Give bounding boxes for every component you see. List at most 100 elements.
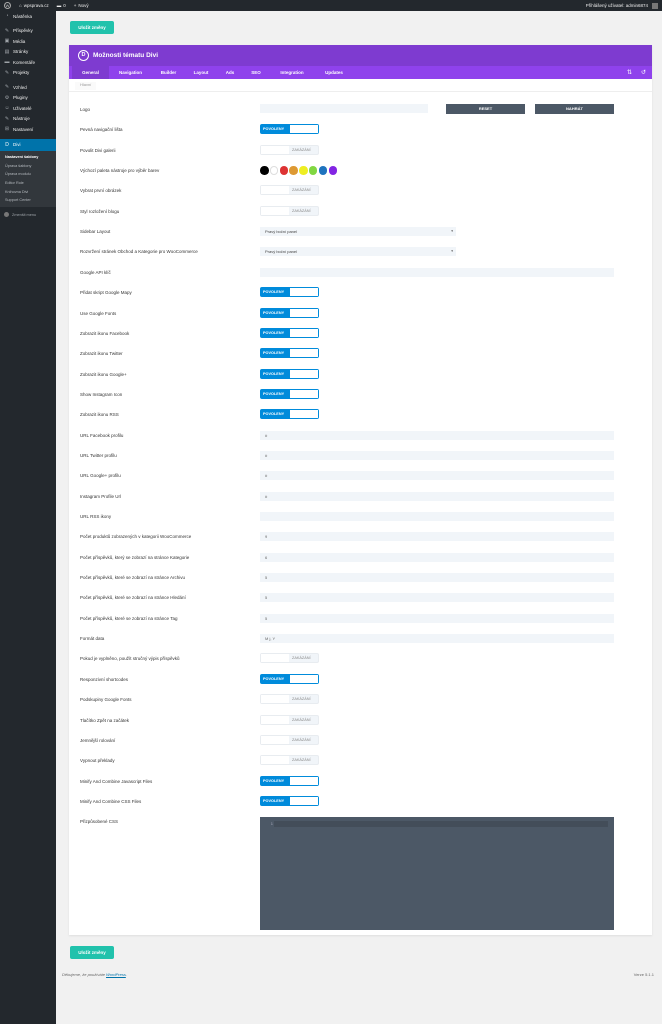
toggle-knob bbox=[261, 756, 289, 765]
sidebar-item[interactable]: ☺ Uživatelé bbox=[0, 103, 56, 114]
submenu-item[interactable]: Knihovna Divi bbox=[0, 187, 56, 196]
custom-css-editor[interactable]: 1 bbox=[260, 817, 614, 931]
toggle-switch[interactable]: ZAKÁZÁNÍ bbox=[260, 144, 319, 155]
text-input[interactable]: 5 bbox=[260, 593, 614, 603]
submenu-item[interactable]: Nastavení šablony bbox=[0, 153, 56, 162]
sidebar-item[interactable]: ▣ Média bbox=[0, 36, 56, 47]
color-swatch[interactable] bbox=[269, 166, 279, 175]
text-input[interactable]: 6 bbox=[260, 552, 614, 562]
toggle-switch[interactable]: POVOLENY bbox=[260, 409, 319, 420]
select-dropdown[interactable]: Pravý boční panel ▾ bbox=[260, 247, 456, 257]
toggle-switch[interactable]: POVOLENY bbox=[260, 307, 319, 318]
toggle-switch[interactable]: ZAKÁZÁNÍ bbox=[260, 185, 319, 196]
tab-seo[interactable]: SEO bbox=[243, 66, 269, 79]
text-input[interactable]: 5 bbox=[260, 613, 614, 623]
text-input[interactable]: # bbox=[260, 491, 614, 501]
submenu-item[interactable]: Úprava šablony bbox=[0, 161, 56, 170]
toggle-switch[interactable]: POVOLENY bbox=[260, 327, 319, 338]
text-input[interactable]: # bbox=[260, 430, 614, 440]
toggle-switch[interactable]: ZAKÁZÁNÍ bbox=[260, 205, 319, 216]
site-name-link[interactable]: ⌂ wpsprava.cz bbox=[15, 0, 53, 11]
wordpress-link[interactable]: WordPress bbox=[106, 972, 126, 977]
tab-integration[interactable]: Integration bbox=[269, 66, 315, 79]
color-swatch[interactable] bbox=[299, 166, 308, 175]
option-label: Zobrazit ikonu RSS bbox=[80, 412, 119, 418]
toggle-knob bbox=[290, 369, 318, 378]
toggle-switch[interactable]: POVOLENY bbox=[260, 124, 319, 135]
tab-builder[interactable]: Builder bbox=[152, 66, 185, 79]
wp-logo-menu[interactable]: W bbox=[0, 0, 15, 11]
text-input[interactable] bbox=[260, 512, 614, 521]
toggle-switch[interactable]: ZAKÁZÁNÍ bbox=[260, 734, 319, 745]
sidebar-item[interactable]: ✎ Projekty bbox=[0, 68, 56, 79]
text-input[interactable]: 9 bbox=[260, 532, 614, 542]
select-value: Pravý boční panel bbox=[265, 229, 298, 235]
reset-logo-button[interactable]: RESET bbox=[446, 104, 525, 114]
toggle-switch[interactable]: ZAKÁZÁNÍ bbox=[260, 755, 319, 766]
subtab-main[interactable]: Hlavní bbox=[75, 82, 97, 91]
option-label: Podskupiny Google Fonts bbox=[80, 697, 132, 703]
option-label: Výchozí paleta nástroje pro výběr barev bbox=[80, 168, 160, 174]
toggle-switch[interactable]: POVOLENY bbox=[260, 348, 319, 359]
color-swatch[interactable] bbox=[328, 166, 338, 175]
toggle-knob bbox=[261, 654, 289, 663]
toggle-switch[interactable]: ZAKÁZÁNÍ bbox=[260, 653, 319, 664]
toggle-switch[interactable]: POVOLENY bbox=[260, 368, 319, 379]
toggle-label: POVOLENY bbox=[263, 351, 285, 356]
comments-link[interactable]: ▬ 0 bbox=[53, 0, 70, 11]
color-swatch[interactable] bbox=[279, 166, 289, 175]
toggle-switch[interactable]: POVOLENY bbox=[260, 795, 319, 806]
my-account-link[interactable]: Přihlášený uživatel: admin6874 bbox=[582, 0, 662, 11]
tab-general[interactable]: General bbox=[72, 66, 109, 79]
save-changes-button-top[interactable]: Uložit změny bbox=[70, 21, 114, 34]
projects-icon: ✎ bbox=[4, 69, 10, 76]
text-input[interactable]: 5 bbox=[260, 573, 614, 583]
toggle-switch[interactable]: ZAKÁZÁNÍ bbox=[260, 714, 319, 725]
sidebar-item[interactable]: ▬ Komentáře bbox=[0, 57, 56, 68]
select-dropdown[interactable]: Pravý boční panel ▾ bbox=[260, 227, 456, 237]
toggle-switch[interactable]: POVOLENY bbox=[260, 775, 319, 786]
sidebar-item[interactable]: ⊞ Nastavení bbox=[0, 124, 56, 135]
submenu-item[interactable]: Úprava modulu bbox=[0, 170, 56, 179]
option-label: Zobrazit ikonu Google+ bbox=[80, 371, 127, 377]
submenu-item[interactable]: Support Center bbox=[0, 196, 56, 205]
submenu-item[interactable]: Editor Role bbox=[0, 179, 56, 188]
sidebar-item[interactable]: ▤ Stránky bbox=[0, 47, 56, 58]
sidebar-item[interactable]: ◔ Nástěnka bbox=[0, 11, 56, 22]
option-row: Zobrazit ikonu Facebook POVOLENY bbox=[69, 327, 652, 341]
text-input[interactable]: # bbox=[260, 450, 614, 460]
toggle-switch[interactable]: POVOLENY bbox=[260, 388, 319, 399]
option-row: URL Twitter profilu # bbox=[69, 449, 652, 463]
color-swatch[interactable] bbox=[318, 166, 328, 175]
toggle-switch[interactable]: POVOLENY bbox=[260, 673, 319, 684]
toggle-switch[interactable]: ZAKÁZÁNÍ bbox=[260, 694, 319, 705]
sidebar-item-divi[interactable]: D Divi bbox=[0, 138, 56, 151]
reset-icon[interactable]: ↺ bbox=[641, 69, 646, 76]
tab-navigation[interactable]: Navigation bbox=[109, 66, 152, 79]
toggle-knob bbox=[261, 735, 289, 744]
logo-url-input[interactable] bbox=[260, 104, 428, 113]
collapse-menu-button[interactable]: Zmenšit menu bbox=[0, 209, 56, 221]
tab-ads[interactable]: Ads bbox=[217, 66, 243, 79]
new-content-link[interactable]: + Nový bbox=[70, 0, 93, 11]
sidebar-item[interactable]: ✎ Vzhled bbox=[0, 82, 56, 93]
sort-icon[interactable]: ⇅ bbox=[627, 69, 632, 76]
toggle-switch[interactable]: POVOLENY bbox=[260, 287, 319, 298]
sidebar-item[interactable]: ✎ Příspěvky bbox=[0, 26, 56, 37]
color-swatch[interactable] bbox=[289, 166, 298, 175]
tab-updates[interactable]: Updates bbox=[315, 66, 353, 79]
text-input[interactable] bbox=[260, 267, 614, 277]
toggle-label: POVOLENY bbox=[263, 676, 285, 681]
tab-layout[interactable]: Layout bbox=[185, 66, 217, 79]
option-row: Počet příspěvků, který se zobrazí na str… bbox=[69, 551, 652, 565]
text-input[interactable]: M j, Y bbox=[260, 634, 614, 644]
option-row: Počet produktů zobrazených v kategorii W… bbox=[69, 530, 652, 544]
save-changes-button-bottom[interactable]: Uložit změny bbox=[70, 946, 114, 959]
text-input[interactable]: # bbox=[260, 471, 614, 481]
option-label: Instagram Profile Url bbox=[80, 493, 122, 499]
upload-logo-button[interactable]: NAHRÁT bbox=[535, 104, 614, 114]
sidebar-item[interactable]: ⚙ Pluginy bbox=[0, 93, 56, 104]
color-swatch[interactable] bbox=[308, 166, 318, 175]
color-swatch[interactable] bbox=[260, 166, 269, 175]
sidebar-item[interactable]: ✎ Nástroje bbox=[0, 114, 56, 125]
